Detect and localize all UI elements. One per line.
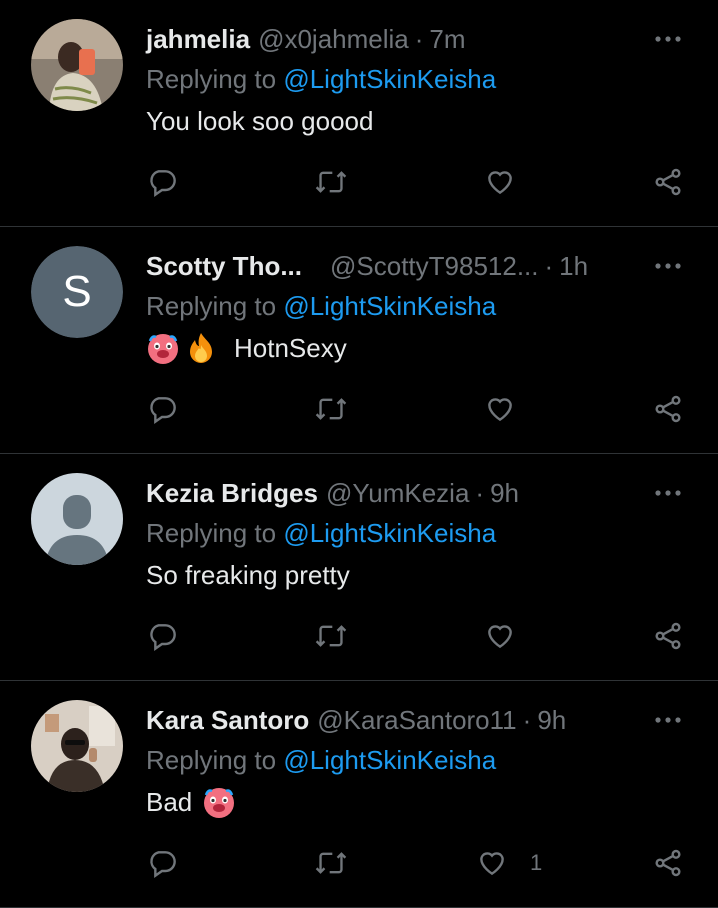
display-name[interactable]: jahmelia — [146, 24, 250, 55]
reply-icon[interactable] — [146, 616, 178, 656]
replying-to: Replying to @LightSkinKeisha — [146, 516, 688, 550]
timestamp[interactable]: 7m — [429, 24, 465, 55]
reply-text-body: HotnSexy — [234, 333, 347, 363]
more-icon[interactable] — [650, 22, 686, 56]
retweet-icon[interactable] — [314, 162, 348, 202]
like-icon[interactable] — [484, 616, 538, 656]
hot-face-emoji — [202, 785, 236, 819]
replying-to-label: Replying to — [146, 745, 277, 775]
action-bar — [146, 389, 688, 429]
share-icon[interactable] — [652, 843, 684, 883]
replying-to: Replying to @LightSkinKeisha — [146, 62, 688, 96]
share-icon[interactable] — [652, 616, 684, 656]
reply-tweet[interactable]: Kara Santoro @KaraSantoro11 · 9h Replyin… — [0, 681, 718, 908]
like-icon[interactable] — [484, 389, 538, 429]
like-icon[interactable] — [484, 162, 538, 202]
separator-dot: · — [414, 23, 424, 54]
action-bar: 1 — [146, 843, 688, 883]
retweet-icon[interactable] — [314, 843, 348, 883]
default-profile-avatar — [31, 473, 123, 565]
reply-tweet[interactable]: Kezia Bridges @YumKezia · 9h Replying to… — [0, 454, 718, 681]
reply-tweet[interactable]: jahmelia @x0jahmelia · 7m Replying to @L… — [0, 0, 718, 227]
replying-to-label: Replying to — [146, 64, 277, 94]
like-count: 1 — [530, 850, 543, 875]
reply-text-body: Bad — [146, 787, 193, 817]
replying-to-mention[interactable]: @LightSkinKeisha — [283, 518, 496, 548]
replying-to-mention[interactable]: @LightSkinKeisha — [283, 64, 496, 94]
display-name[interactable]: Scotty Tho... — [146, 251, 302, 282]
avatar[interactable] — [31, 19, 123, 111]
user-handle[interactable]: @x0jahmelia — [258, 24, 409, 55]
avatar[interactable] — [31, 700, 123, 792]
reply-icon[interactable] — [146, 389, 178, 429]
action-bar — [146, 162, 688, 202]
hot-face-emoji — [146, 331, 180, 365]
replying-to: Replying to @LightSkinKeisha — [146, 289, 688, 323]
more-icon[interactable] — [650, 476, 686, 510]
reply-icon[interactable] — [146, 843, 178, 883]
replying-to: Replying to @LightSkinKeisha — [146, 743, 688, 777]
reply-text: You look soo goood — [146, 106, 374, 136]
reply-header: Scotty Tho... @ScottyT98512... · 1h — [146, 249, 688, 283]
replying-to-label: Replying to — [146, 291, 277, 321]
share-icon[interactable] — [652, 389, 684, 429]
share-icon[interactable] — [652, 162, 684, 202]
separator-dot: · — [475, 477, 485, 508]
timestamp[interactable]: 9h — [490, 478, 519, 509]
reply-tweet[interactable]: S Scotty Tho... @ScottyT98512... · 1h Re… — [0, 227, 718, 454]
more-icon[interactable] — [650, 703, 686, 737]
reply-icon[interactable] — [146, 162, 178, 202]
separator-dot: · — [522, 704, 532, 735]
replying-to-label: Replying to — [146, 518, 277, 548]
reply-text: HotnSexy — [146, 331, 688, 365]
retweet-icon[interactable] — [314, 616, 348, 656]
timestamp[interactable]: 9h — [537, 705, 566, 736]
avatar[interactable] — [31, 473, 123, 565]
reply-text: Bad — [146, 785, 688, 819]
action-bar — [146, 616, 688, 656]
separator-dot: · — [544, 250, 554, 281]
user-handle[interactable]: @KaraSantoro11 — [317, 705, 516, 736]
fire-emoji — [184, 331, 218, 365]
timestamp[interactable]: 1h — [559, 251, 588, 282]
replying-to-mention[interactable]: @LightSkinKeisha — [283, 291, 496, 321]
more-icon[interactable] — [650, 249, 686, 283]
replying-to-mention[interactable]: @LightSkinKeisha — [283, 745, 496, 775]
display-name[interactable]: Kara Santoro — [146, 705, 309, 736]
avatar[interactable]: S — [31, 246, 123, 338]
like-icon[interactable]: 1 — [476, 843, 542, 883]
reply-header: jahmelia @x0jahmelia · 7m — [146, 22, 688, 56]
user-handle[interactable]: @ScottyT98512... — [330, 251, 539, 282]
reply-header: Kezia Bridges @YumKezia · 9h — [146, 476, 688, 510]
avatar-letter: S — [31, 246, 123, 338]
retweet-icon[interactable] — [314, 389, 348, 429]
reply-header: Kara Santoro @KaraSantoro11 · 9h — [146, 703, 688, 737]
reply-text: So freaking pretty — [146, 560, 350, 590]
user-handle[interactable]: @YumKezia — [326, 478, 469, 509]
display-name[interactable]: Kezia Bridges — [146, 478, 318, 509]
